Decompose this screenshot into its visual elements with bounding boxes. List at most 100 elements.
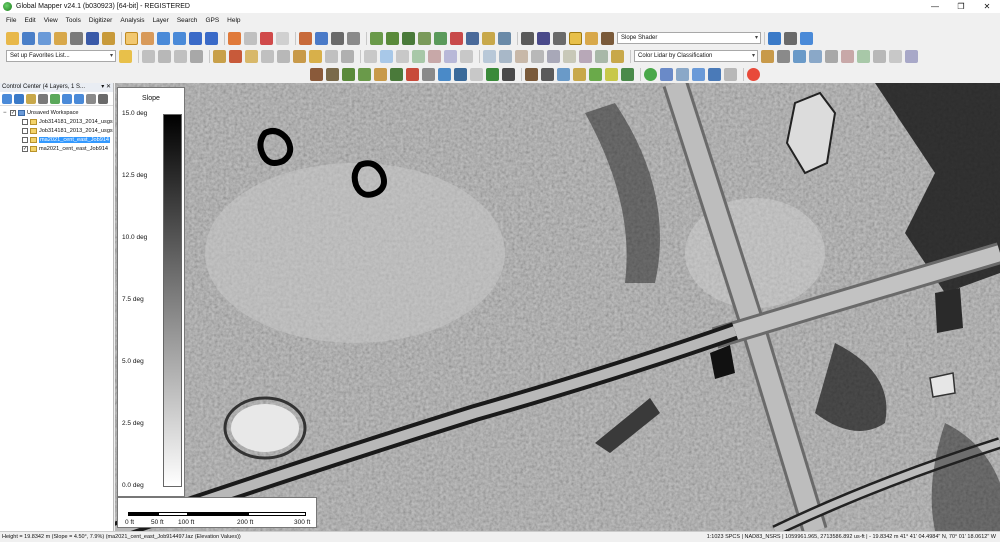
lidar-thin-icon[interactable] [579,49,592,63]
line-of-sight-icon[interactable] [450,31,463,45]
layer-item[interactable]: Job314181_2013_2014_usgs [0,117,113,126]
scale-icon[interactable] [396,49,409,63]
lidar-edit-icon[interactable] [611,49,624,63]
menu-layer[interactable]: Layer [153,17,169,24]
playback-settings-icon[interactable] [724,67,737,81]
lidar-stats-icon[interactable] [777,49,790,63]
buffer-icon[interactable] [245,49,258,63]
lidar-select-icon[interactable] [483,49,496,63]
noise-class-icon[interactable] [502,67,515,81]
extract-building-icon[interactable] [573,67,586,81]
overview-icon[interactable] [102,31,115,45]
edit-vertex-icon[interactable] [244,31,257,45]
menu-view[interactable]: View [44,17,58,24]
workspace-node[interactable]: − ✓ Unsaved Workspace [0,108,113,117]
layer-options-icon[interactable] [38,93,48,104]
control-center-icon[interactable] [86,31,99,45]
move-icon[interactable] [364,49,377,63]
circle-icon[interactable] [309,49,322,63]
camera-icon[interactable] [347,31,360,45]
pole-icon[interactable] [557,67,570,81]
globe-layer-icon[interactable] [14,93,24,104]
lidar-tile-icon[interactable] [905,49,918,63]
flood-icon[interactable] [482,31,495,45]
viewshed-icon[interactable] [402,31,415,45]
cluster-icon[interactable] [525,67,538,81]
layer-item-selected[interactable]: ma2021_cent_east_Job914 [0,135,113,144]
vertex-add-icon[interactable] [412,49,425,63]
menu-help[interactable]: Help [227,17,240,24]
open-icon[interactable] [6,31,19,45]
reshape-icon[interactable] [460,49,473,63]
menu-tools[interactable]: Tools [66,17,81,24]
lidar-grid-icon[interactable] [563,49,576,63]
animate-icon[interactable] [692,67,705,81]
save-icon[interactable] [22,31,35,45]
lidar-align-icon[interactable] [889,49,902,63]
power-line-icon[interactable] [422,67,435,81]
menu-file[interactable]: File [6,17,16,24]
add-layer-icon[interactable] [2,93,12,104]
menu-analysis[interactable]: Analysis [120,17,144,24]
hillshade-icon[interactable] [585,31,598,45]
vertex-delete-icon[interactable] [428,49,441,63]
layer-down-icon[interactable] [74,93,84,104]
extract-tree-icon[interactable] [589,67,602,81]
line-tool-icon[interactable] [142,49,155,63]
view-3d-icon[interactable] [331,31,344,45]
layer-checkbox[interactable] [22,118,28,125]
lidar-profile-icon[interactable] [531,49,544,63]
config-icon[interactable] [70,31,83,45]
lidar-filter-icon[interactable] [515,49,528,63]
home-icon[interactable] [205,31,218,45]
path-profile-icon[interactable] [276,31,289,45]
building-icon[interactable] [374,67,387,81]
pencil-icon[interactable] [341,49,354,63]
layer-checkbox[interactable]: ✓ [22,145,28,152]
ruler-icon[interactable] [325,49,338,63]
digitize-icon[interactable] [228,31,241,45]
shader-select[interactable]: Slope Shader ▾ [617,32,761,44]
layer-item[interactable]: Job314181_2013_2014_usgs [0,126,113,135]
tree-icon[interactable] [342,67,355,81]
print-icon[interactable] [54,31,67,45]
lidar-color-select[interactable]: Color Lidar by Classification ▾ [634,50,758,62]
road-icon[interactable] [470,67,483,81]
lidar-noise-icon[interactable] [595,49,608,63]
collapse-icon[interactable]: − [3,110,9,116]
elevation-icon[interactable] [326,67,339,81]
menu-digitizer[interactable]: Digitizer [89,17,112,24]
globe-icon[interactable] [768,31,781,45]
area-tool-icon[interactable] [158,49,171,63]
mountain-icon[interactable] [310,67,323,81]
layer-icon[interactable] [537,31,550,45]
forest-icon[interactable] [390,67,403,81]
vegetation-icon[interactable] [358,67,371,81]
tower-icon[interactable] [406,67,419,81]
snap-icon[interactable] [444,49,457,63]
layer-up-icon[interactable] [62,93,72,104]
layer-search-icon[interactable] [86,93,96,104]
water-icon[interactable] [438,67,451,81]
grid-icon[interactable] [521,31,534,45]
close-button[interactable]: ✕ [974,0,1000,13]
workspace-checkbox[interactable]: ✓ [10,109,16,116]
favorites-select[interactable]: Set up Favorites List... ▾ [6,50,116,62]
contour-icon[interactable] [386,31,399,45]
lidar-extract-icon[interactable] [547,49,560,63]
export-video-icon[interactable] [708,67,721,81]
volume-icon[interactable] [434,31,447,45]
maximize-button[interactable]: ❐ [948,0,974,13]
simplify-icon[interactable] [277,49,290,63]
info-icon[interactable] [315,31,328,45]
lidar-restore-icon[interactable] [857,49,870,63]
split-icon[interactable] [213,49,226,63]
point-tool-icon[interactable] [174,49,187,63]
map-view[interactable] [115,83,1000,531]
menu-search[interactable]: Search [177,17,198,24]
minimize-button[interactable]: — [922,0,948,13]
settings-icon[interactable] [784,31,797,45]
layer-filter-icon[interactable] [50,93,60,104]
online-data-icon[interactable] [747,67,760,81]
lidar-measure-icon[interactable] [825,49,838,63]
